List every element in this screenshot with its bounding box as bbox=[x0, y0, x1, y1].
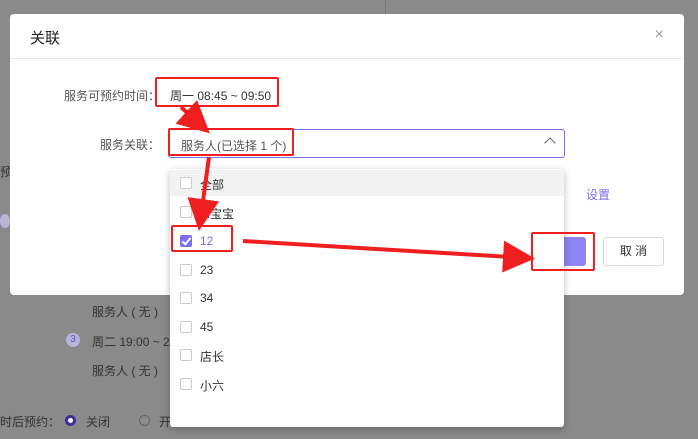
arrow-time-to-select bbox=[175, 100, 210, 134]
annotation-arrows bbox=[175, 100, 535, 273]
arrow-option-to-confirm bbox=[242, 239, 535, 273]
arrow-select-to-option bbox=[187, 156, 220, 231]
